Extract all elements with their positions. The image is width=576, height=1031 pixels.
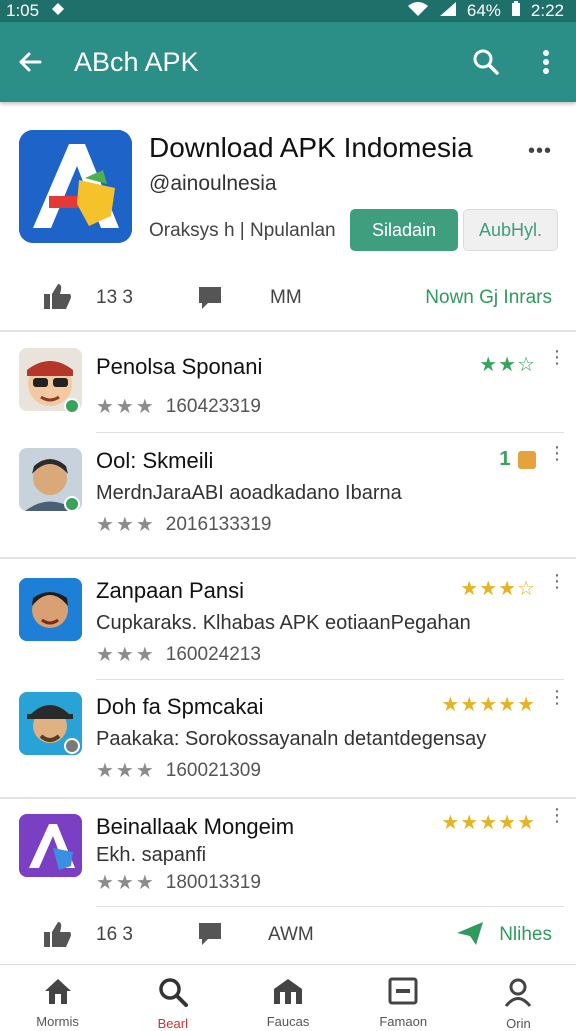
store-icon	[272, 977, 304, 1010]
review-author: Penolsa Sponani	[96, 354, 263, 379]
comment-icon[interactable]	[198, 922, 222, 951]
review-rating: 1	[499, 448, 536, 471]
review-more-icon[interactable]: ⋮	[548, 348, 566, 366]
avatar	[19, 814, 82, 877]
overflow-menu-icon[interactable]	[516, 22, 576, 102]
divider	[96, 906, 564, 907]
review-date: 180013319	[165, 871, 261, 893]
comments-count: MM	[270, 287, 302, 308]
nav-label: Famaon	[379, 1014, 428, 1029]
profile-icon	[503, 977, 533, 1012]
battery-percent: 64%	[466, 1, 501, 20]
rating-stars-icon: ★★★	[96, 644, 156, 666]
app-logo[interactable]	[19, 130, 132, 243]
gift-icon	[518, 450, 536, 469]
review-author: Ool: Skmeili	[96, 448, 214, 473]
nav-profile[interactable]: Orin	[461, 965, 576, 1031]
comment-icon[interactable]	[198, 286, 222, 315]
review-meta: ★★★ 2016133319	[96, 512, 271, 537]
review-meta: ★★★ 160024213	[96, 642, 261, 667]
app-name: Download APK Indomesia	[149, 132, 473, 163]
review-item[interactable]: Zanpaan Pansi Cupkaraks. Klhabas APK eot…	[0, 562, 576, 678]
review-date: 160024213	[165, 643, 261, 665]
status-clock: 2:22	[530, 1, 564, 20]
nav-store[interactable]: Faucas	[230, 965, 345, 1029]
search-icon[interactable]	[456, 22, 516, 102]
status-bar: 1:05 64% 2:22	[0, 0, 576, 22]
back-arrow-icon[interactable]	[0, 22, 60, 102]
review-rating: ★★★☆	[460, 578, 536, 600]
share-action[interactable]: Nlihes	[499, 924, 552, 946]
footer-stats: 16 3 AWM Nlihes	[0, 908, 576, 962]
divider	[96, 432, 564, 433]
review-rating: ★★☆	[479, 354, 536, 376]
notification-icon	[49, 0, 67, 23]
send-icon[interactable]	[456, 920, 484, 951]
wifi-icon	[407, 1, 429, 22]
secondary-button[interactable]: AubHyl.	[463, 209, 558, 251]
rating-stars-icon: ★★★	[96, 760, 156, 782]
verified-check-icon	[64, 496, 80, 512]
battery-icon	[511, 0, 521, 22]
nav-label: Mormis	[36, 1014, 79, 1029]
more-options-icon[interactable]: •••	[528, 140, 552, 163]
review-item[interactable]: Ool: Skmeili MerdnJaraABI aoadkadano Iba…	[0, 434, 576, 556]
review-item[interactable]: Penolsa Sponani ★★★ 160423319 ★★☆ ⋮	[0, 334, 576, 434]
review-date: 2016133319	[165, 513, 272, 535]
status-time: 1:05	[6, 1, 40, 20]
review-more-icon[interactable]: ⋮	[548, 572, 566, 590]
review-date: 160021309	[165, 759, 261, 781]
review-more-icon[interactable]: ⋮	[548, 444, 566, 462]
review-text: MerdnJaraABI aoadkadano Ibarna	[96, 482, 402, 504]
section-divider	[0, 557, 576, 559]
likes-count: 13 3	[96, 287, 133, 308]
nav-search[interactable]: Bearl	[115, 965, 230, 1031]
rating-stars-icon: ★★★	[96, 872, 156, 894]
library-icon	[388, 977, 418, 1010]
rating-stars-icon: ★★★	[96, 396, 156, 418]
review-meta: ★★★ 180013319	[96, 870, 261, 895]
rating-stars-icon: ★★★	[96, 514, 156, 536]
app-bar: AΒch APK	[0, 22, 576, 102]
nav-home[interactable]: Mormis	[0, 965, 115, 1029]
developer-name[interactable]: @ainoulnesia	[149, 172, 277, 196]
review-meta: ★★★ 160423319	[96, 394, 261, 419]
avatar	[19, 578, 82, 641]
review-more-icon[interactable]: ⋮	[548, 688, 566, 706]
review-text: Paakaka: Sorokossayanaln detantdegensay	[96, 728, 487, 750]
search-icon	[158, 977, 188, 1012]
app-meta: Oraksys h | Npulanlan	[149, 220, 336, 241]
signal-icon	[439, 1, 457, 22]
thumbs-up-icon[interactable]	[44, 922, 72, 953]
section-divider	[0, 797, 576, 799]
comments-count: AWM	[268, 924, 314, 945]
verified-check-icon	[64, 738, 80, 754]
bottom-navigation: Mormis Bearl Faucas Famaon Orin	[0, 964, 576, 1031]
install-button[interactable]: Siladain	[350, 209, 458, 251]
review-author: Doh fa Spmcakai	[96, 694, 264, 719]
page-title: AΒch APK	[74, 46, 199, 77]
review-author: Zanpaan Pansi	[96, 578, 244, 603]
nav-library[interactable]: Famaon	[346, 965, 461, 1029]
review-author: Beinallaak Mongeim	[96, 814, 295, 839]
app-header-card: Download APK Indomesia ••• @ainoulnesia …	[0, 112, 576, 332]
review-item[interactable]: Beinallaak Mongeim Ekh. sapanfi ★★★ 1800…	[0, 800, 576, 904]
review-date: 160423319	[165, 395, 261, 417]
review-rating: ★★★★★	[441, 694, 536, 716]
thumbs-up-icon[interactable]	[44, 284, 72, 315]
review-item[interactable]: Doh fa Spmcakai Paakaka: Sorokossayanaln…	[0, 680, 576, 796]
review-text: Cupkaraks. Klhabas APK eotiaanPegahan	[96, 612, 471, 634]
review-rating: ★★★★★	[441, 812, 536, 834]
verified-check-icon	[64, 398, 80, 414]
nav-label: Faucas	[266, 1014, 310, 1029]
review-rating-value: 1	[499, 448, 512, 470]
review-meta: ★★★ 160021309	[96, 758, 261, 783]
home-icon	[43, 977, 73, 1010]
view-all-link[interactable]: Nown Gj Inrars	[425, 287, 552, 309]
likes-count: 16 3	[96, 924, 133, 945]
review-text: Ekh. sapanfi	[96, 844, 207, 866]
review-more-icon[interactable]: ⋮	[548, 806, 566, 824]
